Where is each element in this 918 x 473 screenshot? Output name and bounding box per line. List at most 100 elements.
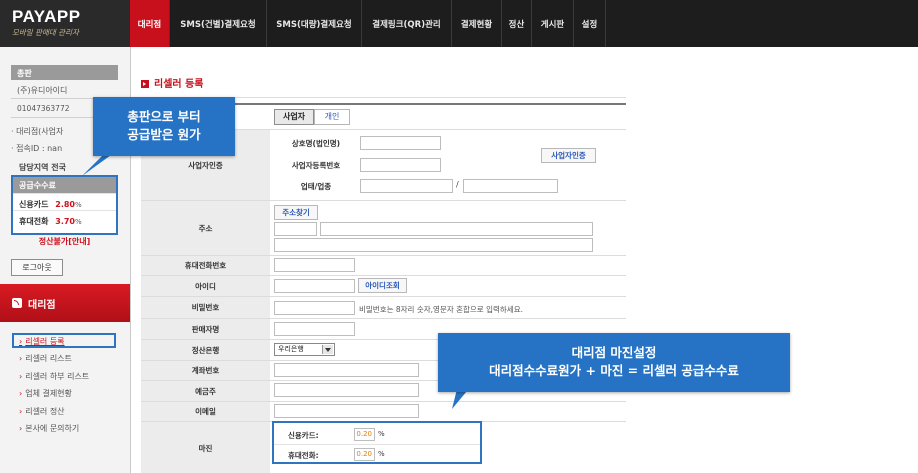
margin-card-pct: % [378, 430, 385, 438]
zipcode-input[interactable] [274, 222, 317, 236]
email-label: 이메일 [141, 402, 270, 421]
margin-phone-input[interactable]: 0.20 [354, 448, 375, 461]
main-nav: 대리점 SMS(건별)결제요청 SMS(대량)결제요청 결제링크(QR)관리 결… [130, 0, 606, 47]
phone-fee-rate: 3.70 [55, 217, 75, 226]
bullet-icon: › [19, 407, 23, 416]
app-logo[interactable]: PAYAPP 모바일 판매대 관리자 [0, 0, 130, 47]
company-name-input[interactable] [360, 136, 441, 150]
margin-phone-row: 휴대전화: 0.20 % [274, 444, 480, 463]
bullet-icon: › [19, 337, 23, 346]
menu-item-merchant-payments[interactable]: › 업체 결제현황 [19, 388, 72, 399]
supply-fee-box: 공급수수료 신용카드 2.80% 휴대전화 3.70% [11, 175, 118, 235]
nav-item-board[interactable]: 게시판 [532, 0, 574, 47]
distributor-phone: 01047363772 [17, 104, 70, 113]
business-type-input[interactable] [360, 179, 453, 193]
distributor-name: (주)유디아이디 [17, 86, 68, 95]
menu-item-reseller-register[interactable]: › 리셀러 등록 [19, 336, 65, 347]
address-detail-input[interactable] [274, 238, 593, 252]
email-input[interactable] [274, 404, 419, 418]
callout-line: 대리점수수료원가 + 마진 = 리셀러 공급수수료 [489, 363, 739, 378]
mobile-label: 휴대전화번호 [141, 256, 270, 275]
account-number-label: 계좌번호 [141, 361, 270, 380]
agency-section-title: 대리점 [28, 300, 56, 311]
card-fee-pct: % [75, 201, 82, 209]
menu-item-label: 업체 결제현황 [25, 389, 72, 398]
nav-item-agency[interactable]: 대리점 [130, 0, 170, 47]
id-label: 아이디 [141, 276, 270, 296]
agency-label: 대리점(사업자 [16, 127, 64, 136]
tab-individual[interactable]: 개인 [314, 109, 350, 125]
logo-subtitle: 모바일 판매대 관리자 [12, 28, 79, 37]
agency-info: · 대리점(사업자 [11, 127, 64, 136]
distributor-header: 총판 [11, 65, 118, 80]
margin-setting-callout: 대리점 마진설정 대리점수수료원가 + 마진 = 리셀러 공급수수료 [438, 333, 790, 392]
id-input[interactable] [274, 279, 355, 293]
menu-item-reseller-list[interactable]: › 리셀러 리스트 [19, 353, 72, 364]
menu-item-label: 리셀러 리스트 [25, 354, 72, 363]
business-type-label: 업태/업종 [300, 182, 332, 191]
phone-fee-row: 휴대전화 3.70% [13, 210, 116, 227]
bullet-icon: › [19, 372, 23, 381]
menu-item-reseller-sublist[interactable]: › 리셀러 하부 리스트 [19, 371, 89, 382]
margin-card-input[interactable]: 0.20 [354, 428, 375, 441]
phone-fee-pct: % [75, 218, 82, 226]
agency-section-header: 대리점 [0, 284, 130, 322]
mobile-input[interactable] [274, 258, 355, 272]
address-label: 주소 [141, 201, 270, 255]
tab-business[interactable]: 사업자 [274, 109, 314, 125]
address-input[interactable] [320, 222, 593, 236]
margin-card-label: 신용카드: [288, 431, 319, 440]
margin-label: 마진 [141, 422, 270, 473]
nav-item-sms-single[interactable]: SMS(건별)결제요청 [170, 0, 267, 47]
nav-item-sms-bulk[interactable]: SMS(대량)결제요청 [267, 0, 362, 47]
nav-item-settlement[interactable]: 정산 [502, 0, 532, 47]
slash-separator: / [456, 180, 459, 189]
login-id-label: 접속ID : nan [16, 144, 63, 153]
page-title-text: 리셀러 등록 [154, 79, 204, 90]
region-label: 담당지역 전국 [19, 163, 66, 172]
business-verify-button[interactable]: 사업자인증 [541, 148, 596, 163]
bank-label: 정산은행 [141, 340, 270, 360]
bullet-icon: › [19, 389, 23, 398]
card-fee-row: 신용카드 2.80% [13, 193, 116, 210]
biz-number-input[interactable] [360, 158, 441, 172]
logout-button[interactable]: 로그아웃 [11, 259, 63, 276]
callout-line: 대리점 마진설정 [571, 345, 657, 360]
nav-item-payment-status[interactable]: 결제현황 [452, 0, 502, 47]
bank-select[interactable]: 우리은행 [274, 343, 335, 356]
menu-item-label: 리셀러 하부 리스트 [25, 372, 90, 381]
page-title: 리셀러 등록 [141, 75, 203, 90]
address-search-button[interactable]: 주소찾기 [274, 205, 318, 220]
margin-phone-label: 휴대전화: [288, 451, 319, 460]
password-label: 비밀번호 [141, 297, 270, 318]
top-navigation-bar: PAYAPP 모바일 판매대 관리자 대리점 SMS(건별)결제요청 SMS(대… [0, 0, 918, 47]
depositor-input[interactable] [274, 383, 419, 397]
biz-number-label: 사업자등록번호 [291, 161, 341, 170]
business-category-input[interactable] [463, 179, 558, 193]
supply-cost-callout: 총판으로 부터 공급받은 원가 [93, 97, 235, 156]
menu-item-label: 본사에 문의하기 [25, 424, 80, 433]
seller-name-input[interactable] [274, 322, 355, 336]
callout-line: 총판으로 부터 [127, 109, 201, 124]
nav-item-settings[interactable]: 설정 [574, 0, 606, 47]
menu-item-label: 리셀러 정산 [25, 407, 65, 416]
depositor-label: 예금주 [141, 381, 270, 401]
login-id-info: · 접속ID : nan [11, 144, 63, 153]
id-check-button[interactable]: 아이디조회 [358, 278, 407, 293]
password-input[interactable] [274, 301, 355, 315]
password-hint: 비밀번호는 8자리 숫자,영문자 혼합으로 입력하세요. [359, 305, 523, 314]
account-number-input[interactable] [274, 363, 419, 377]
bullet-icon: › [19, 354, 23, 363]
settlement-notice-link[interactable]: 정산불가[안내] [11, 236, 118, 247]
reseller-form: 사업자 개인 사업자인증 상호명(법인명) 사업자등록번호 사업자인증 업태/업… [141, 103, 626, 473]
margin-settings-box: 신용카드: 0.20 % 휴대전화: 0.20 % [272, 421, 482, 464]
menu-item-reseller-settlement[interactable]: › 리셀러 정산 [19, 406, 65, 417]
logo-title: PAYAPP [12, 7, 81, 26]
chevron-down-icon [322, 345, 333, 354]
card-fee-rate: 2.80 [55, 200, 75, 209]
menu-item-label: 리셀러 등록 [25, 337, 65, 346]
rss-icon [12, 298, 22, 308]
nav-item-payment-link[interactable]: 결제링크(QR)관리 [362, 0, 452, 47]
menu-item-contact-hq[interactable]: › 본사에 문의하기 [19, 423, 79, 434]
callout-line: 공급받은 원가 [127, 127, 201, 142]
